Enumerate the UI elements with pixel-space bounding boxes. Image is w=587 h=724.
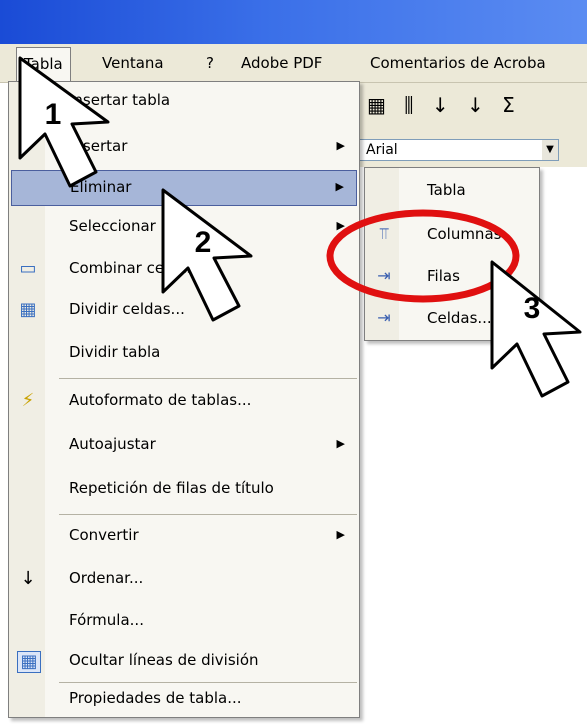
submenu-arrow-icon: ▶ <box>335 180 344 193</box>
submenu-arrow-icon: ▶ <box>336 437 345 450</box>
menu-item-label: Insertar <box>69 137 128 155</box>
tabla-dropdown-menu: ▦ Insertar tabla Insertar ▶ Eliminar ▶ S… <box>8 81 360 718</box>
menu-tabla-label: Tabla <box>24 55 63 73</box>
formatting-toolbar: ▦ ⫼ ↓ ↓ Σ Arial ▼ <box>355 83 587 167</box>
menu-item-dividir-celdas[interactable]: ▦ Dividir celdas... <box>11 293 357 329</box>
table-icon[interactable]: ▦ <box>367 93 386 117</box>
menu-separator <box>59 378 357 379</box>
menu-item-ocultar-lineas[interactable]: ▦ Ocultar líneas de división <box>11 644 357 680</box>
menu-item-repeticion-filas[interactable]: Repetición de filas de título <box>11 472 357 508</box>
autoformat-icon: ⚡ <box>21 390 35 411</box>
sigma-icon[interactable]: Σ <box>502 93 515 117</box>
menu-help-label: ? <box>206 54 214 72</box>
menu-item-insertar-tabla[interactable]: ▦ Insertar tabla <box>11 84 357 120</box>
menu-item-label: Convertir <box>69 526 139 544</box>
menu-ventana[interactable]: Ventana <box>102 52 164 74</box>
menu-ventana-label: Ventana <box>102 54 164 72</box>
sort-az-icon: ↓ <box>20 568 36 589</box>
menu-item-convertir[interactable]: Convertir ▶ <box>11 519 357 555</box>
submenu-item-celdas[interactable]: ⇥ Celdas... <box>367 300 537 336</box>
delete-rows-icon: ⇥ <box>377 266 391 285</box>
submenu-item-label: Tabla <box>427 181 466 199</box>
submenu-item-label: Filas <box>427 267 460 285</box>
columns-icon[interactable]: ⫼ <box>404 93 413 117</box>
font-select-value: Arial <box>366 142 398 158</box>
menu-comentarios-label: Comentarios de Acroba <box>370 54 546 72</box>
menu-help[interactable]: ? <box>206 52 214 74</box>
submenu-item-filas[interactable]: ⇥ Filas <box>367 258 537 294</box>
menu-item-label: Combinar celdas <box>69 259 195 277</box>
font-select[interactable]: Arial ▼ <box>359 139 559 161</box>
split-cells-icon: ▦ <box>19 299 37 320</box>
menu-item-eliminar[interactable]: Eliminar ▶ <box>11 170 357 206</box>
menu-item-label: Dividir tabla <box>69 343 161 361</box>
merge-cells-icon: ▭ <box>19 258 37 279</box>
menu-bar: Tabla Ventana ? Adobe PDF Comentarios de… <box>0 44 587 83</box>
submenu-arrow-icon: ▶ <box>336 528 345 541</box>
menu-item-label: Ocultar líneas de división <box>69 651 259 669</box>
menu-item-label: Eliminar <box>70 178 132 196</box>
submenu-arrow-icon: ▶ <box>336 219 345 232</box>
menu-item-propiedades[interactable]: Propiedades de tabla... <box>11 682 357 718</box>
insert-table-icon: ▦ <box>19 90 37 111</box>
menu-item-autoformato[interactable]: ⚡ Autoformato de tablas... <box>11 384 357 420</box>
eliminar-submenu: Tabla ⫪ Columnas ⇥ Filas ⇥ Celdas... <box>364 167 540 341</box>
menu-item-combinar-celdas[interactable]: ▭ Combinar celdas <box>11 252 357 288</box>
menu-item-label: Autoformato de tablas... <box>69 391 252 409</box>
menu-item-label: Dividir celdas... <box>69 300 185 318</box>
menu-item-label: Seleccionar <box>69 217 156 235</box>
delete-cells-icon: ⇥ <box>377 308 391 327</box>
submenu-item-label: Celdas... <box>427 309 492 327</box>
submenu-item-label: Columnas <box>427 225 502 243</box>
chevron-down-icon[interactable]: ▼ <box>542 140 558 160</box>
menu-adobe-pdf[interactable]: Adobe PDF <box>241 52 322 74</box>
sort-ascending-icon[interactable]: ↓ <box>432 93 449 117</box>
menu-item-ordenar[interactable]: ↓ Ordenar... <box>11 562 357 598</box>
gridlines-icon: ▦ <box>17 651 41 673</box>
menu-item-dividir-tabla[interactable]: Dividir tabla <box>11 336 357 372</box>
menu-item-autoajustar[interactable]: Autoajustar ▶ <box>11 428 357 464</box>
submenu-item-columnas[interactable]: ⫪ Columnas <box>367 216 537 252</box>
menu-item-label: Insertar tabla <box>69 91 171 109</box>
delete-columns-icon: ⫪ <box>379 224 389 243</box>
menu-item-label: Propiedades de tabla... <box>69 689 242 707</box>
menu-item-label: Fórmula... <box>69 611 144 629</box>
submenu-item-tabla[interactable]: Tabla <box>367 172 537 208</box>
menu-item-label: Repetición de filas de título <box>69 479 274 497</box>
menu-item-seleccionar[interactable]: Seleccionar ▶ <box>11 210 357 246</box>
menu-tabla[interactable]: Tabla <box>16 47 71 81</box>
menu-separator <box>59 514 357 515</box>
title-bar <box>0 0 587 44</box>
menu-item-formula[interactable]: Fórmula... <box>11 604 357 640</box>
submenu-arrow-icon: ▶ <box>336 139 345 152</box>
menu-item-label: Autoajustar <box>69 435 156 453</box>
menu-item-insertar[interactable]: Insertar ▶ <box>11 130 357 166</box>
sort-descending-icon[interactable]: ↓ <box>467 93 484 117</box>
menu-comentarios[interactable]: Comentarios de Acroba <box>370 52 546 74</box>
menu-adobe-pdf-label: Adobe PDF <box>241 54 323 72</box>
menu-item-label: Ordenar... <box>69 569 144 587</box>
